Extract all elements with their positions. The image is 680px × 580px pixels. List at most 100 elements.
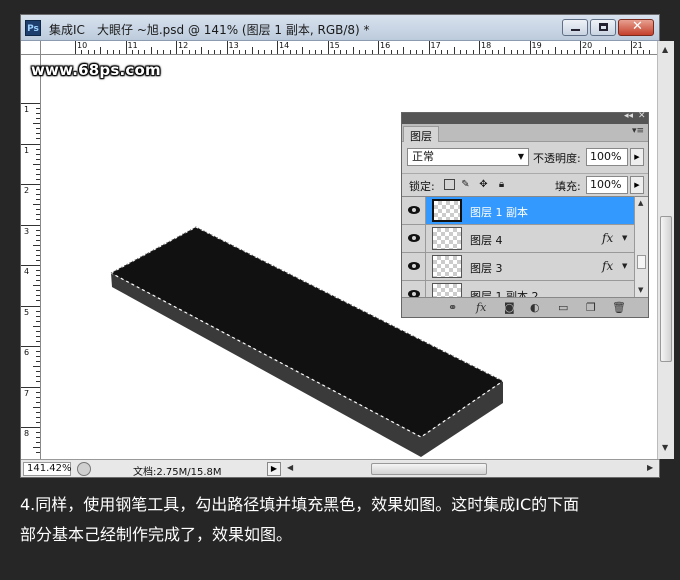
ruler-minor-tick — [321, 50, 323, 54]
left-ruler[interactable]: 1 1 2 3 4 5 6 7 8 — [21, 55, 41, 459]
effects-expand-icon[interactable]: ▼ — [622, 262, 627, 270]
ruler-minor-tick — [409, 50, 411, 54]
fx-icon[interactable]: fx — [476, 301, 486, 314]
scroll-right-icon[interactable]: ▶ — [647, 463, 653, 472]
ruler-minor-tick — [497, 50, 499, 54]
blend-mode-select[interactable]: 正常 ▼ — [407, 148, 529, 166]
ruler-minor-tick — [36, 295, 40, 297]
ruler-major-tick — [21, 386, 40, 388]
ruler-minor-tick — [636, 50, 638, 54]
layers-scrollbar[interactable]: ▲ ▼ — [634, 196, 648, 297]
status-menu-arrow-icon[interactable]: ▶ — [267, 462, 281, 476]
horizontal-scroll-thumb[interactable] — [371, 463, 487, 475]
top-ruler[interactable]: 10 11 12 13 14 15 16 17 18 19 20 21 — [41, 41, 657, 55]
scroll-down-icon[interactable]: ▼ — [638, 286, 643, 294]
zoom-level-input[interactable]: 141.42% — [23, 462, 72, 476]
opacity-slider-arrow-icon[interactable]: ▶ — [630, 148, 644, 166]
eye-icon[interactable] — [402, 197, 426, 224]
ruler-minor-tick — [33, 244, 40, 246]
scroll-up-icon[interactable]: ▲ — [638, 199, 643, 207]
ruler-minor-tick — [466, 50, 468, 54]
layers-scroll-thumb[interactable] — [637, 255, 646, 269]
tab-layers[interactable]: 图层 — [403, 126, 439, 143]
minimize-button[interactable] — [562, 19, 588, 36]
panel-header[interactable]: ◂◂ ✕ — [402, 111, 648, 124]
ruler-minor-tick — [396, 50, 398, 54]
close-panel-icon[interactable]: ✕ — [638, 111, 646, 121]
collapse-panel-icon[interactable]: ◂◂ — [624, 111, 633, 121]
layer-row[interactable]: 图层 4 fx ▼ — [402, 225, 634, 253]
adjustment-icon[interactable]: ◐ — [530, 301, 540, 314]
ruler-minor-tick — [106, 50, 108, 54]
ruler-minor-tick — [36, 189, 40, 191]
maximize-button[interactable] — [590, 19, 616, 36]
ruler-minor-tick — [33, 123, 40, 125]
fill-slider-arrow-icon[interactable]: ▶ — [630, 176, 644, 194]
ruler-minor-tick — [36, 254, 40, 256]
lock-row: 锁定: ✎ ✥ 🔒︎ 填充: 100% ▶ — [402, 173, 648, 195]
mask-icon[interactable]: ◙ — [504, 301, 515, 314]
ruler-major-tick — [277, 41, 278, 54]
opacity-input[interactable]: 100% — [586, 148, 628, 166]
ruler-minor-tick — [36, 432, 40, 434]
ruler-minor-tick — [169, 50, 171, 54]
link-icon[interactable]: ⚭ — [448, 301, 457, 314]
brush-icon[interactable]: ✎ — [460, 179, 471, 190]
ruler-major-tick — [428, 41, 430, 54]
eye-icon[interactable] — [402, 281, 426, 297]
ruler-minor-tick — [36, 153, 40, 155]
scroll-up-icon[interactable]: ▲ — [662, 45, 668, 54]
ruler-minor-tick — [36, 340, 40, 342]
layer-thumbnail — [432, 227, 462, 250]
ruler-minor-tick — [150, 47, 152, 54]
ruler-major-tick — [378, 41, 379, 54]
ruler-minor-tick — [112, 50, 114, 54]
layer-effects-icon[interactable]: fx — [602, 259, 613, 273]
eye-icon[interactable] — [402, 253, 426, 280]
ruler-minor-tick — [352, 47, 354, 54]
new-layer-icon[interactable]: ❐ — [586, 301, 596, 314]
ruler-minor-tick — [36, 168, 40, 170]
layer-row[interactable]: 图层 1 副本 2 — [402, 281, 634, 297]
ruler-minor-tick — [36, 452, 40, 454]
ruler-minor-tick — [33, 366, 40, 368]
lock-pixels-icon[interactable] — [444, 179, 455, 190]
ruler-minor-tick — [36, 411, 40, 413]
move-icon[interactable]: ✥ — [478, 179, 489, 190]
ruler-minor-tick — [207, 50, 209, 54]
vertical-scroll-thumb[interactable] — [660, 216, 672, 362]
layer-effects-icon[interactable]: fx — [602, 231, 613, 245]
close-button[interactable]: ✕ — [618, 19, 654, 36]
ruler-minor-tick — [491, 50, 493, 54]
vertical-scrollbar[interactable]: ▲ ▼ — [657, 41, 674, 459]
layer-thumbnail — [432, 199, 462, 222]
horizontal-scrollbar[interactable]: ◀ ▶ — [283, 461, 657, 477]
scroll-down-icon[interactable]: ▼ — [662, 443, 668, 452]
status-options-icon[interactable] — [77, 462, 91, 476]
ruler-minor-tick — [485, 50, 487, 54]
layer-thumbnail — [432, 255, 462, 278]
ruler-corner[interactable] — [21, 41, 41, 55]
effects-expand-icon[interactable]: ▼ — [622, 234, 627, 242]
ruler-label: 2 — [24, 186, 30, 195]
ruler-minor-tick — [36, 194, 40, 196]
fill-input[interactable]: 100% — [586, 176, 628, 194]
layer-row[interactable]: 图层 1 副本 — [402, 197, 634, 225]
site-watermark: www.68ps.com — [31, 61, 161, 79]
ruler-minor-tick — [384, 50, 386, 54]
ruler-minor-tick — [188, 50, 190, 54]
lock-icon[interactable]: 🔒︎ — [496, 179, 507, 190]
ruler-minor-tick — [36, 416, 40, 418]
ruler-minor-tick — [617, 50, 619, 54]
ruler-minor-tick — [36, 300, 40, 302]
scroll-left-icon[interactable]: ◀ — [287, 463, 293, 472]
layers-list: 图层 1 副本 图层 4 fx ▼ 图层 3 fx ▼ 图层 1 副本 2 — [402, 196, 634, 297]
ruler-minor-tick — [100, 47, 102, 54]
folder-icon[interactable]: ▭ — [558, 301, 568, 314]
layer-row[interactable]: 图层 3 fx ▼ — [402, 253, 634, 281]
ruler-major-tick — [176, 41, 177, 54]
eye-icon[interactable] — [402, 225, 426, 252]
ruler-minor-tick — [213, 50, 215, 54]
trash-icon[interactable]: 🗑︎ — [612, 301, 626, 314]
panel-menu-icon[interactable]: ▾≡ — [632, 126, 644, 136]
